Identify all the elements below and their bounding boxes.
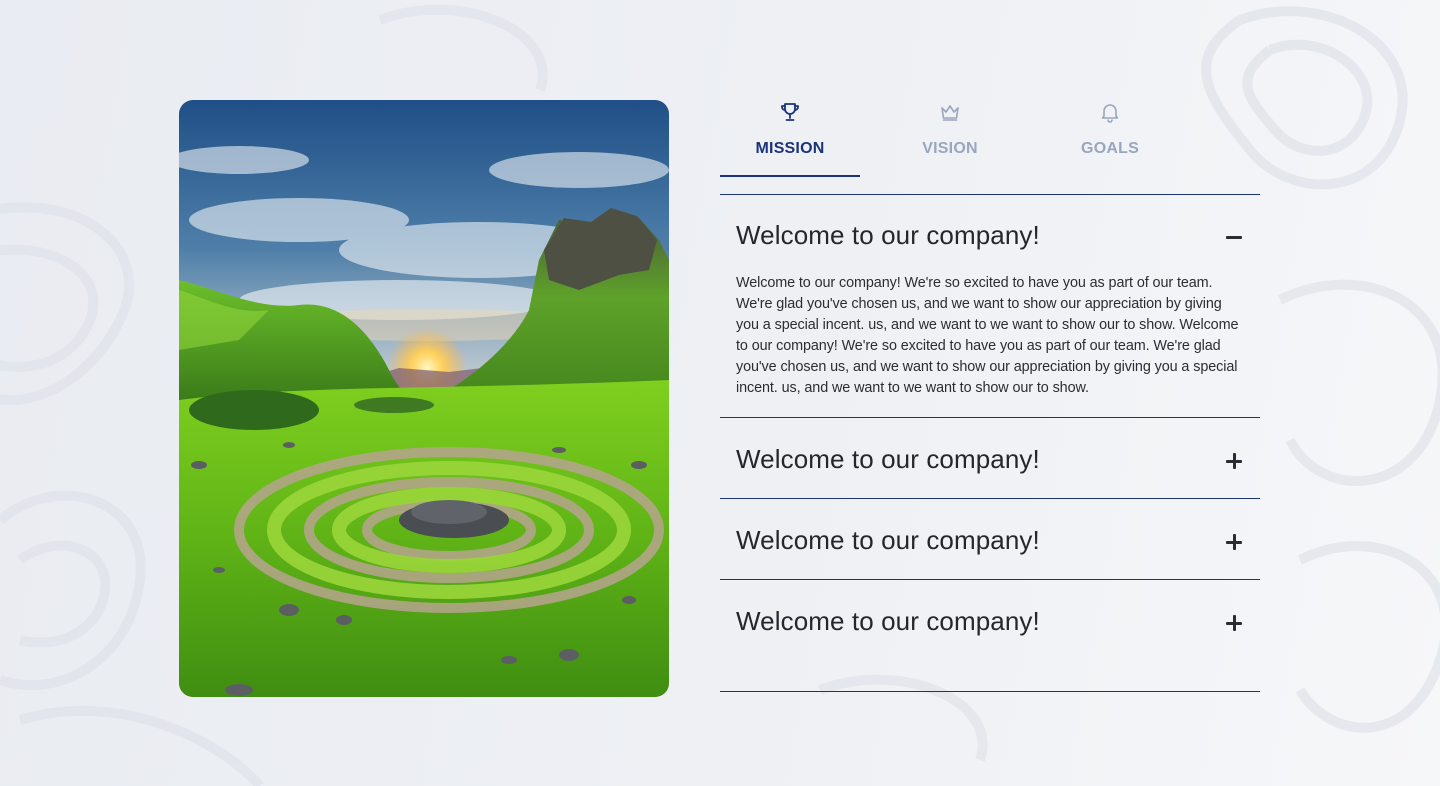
accordion-header-2[interactable]: Welcome to our company! [720,418,1260,475]
accordion-item-2: Welcome to our company! [720,418,1260,499]
tab-goals[interactable]: GOALS [1040,96,1180,177]
accordion-title: Welcome to our company! [736,220,1040,250]
minus-icon[interactable] [1224,227,1244,247]
accordion-item-3: Welcome to our company! [720,499,1260,580]
tab-bar: MISSION VISION GOALS [720,96,1260,177]
plus-icon[interactable] [1224,532,1244,552]
accordion-title: Welcome to our company! [736,525,1040,555]
accordion-item-1: Welcome to our company! Welcome to our c… [720,195,1260,418]
accordion-title: Welcome to our company! [736,444,1040,474]
plus-icon[interactable] [1224,451,1244,471]
bell-icon [1098,100,1122,124]
plus-icon[interactable] [1224,613,1244,633]
tab-mission[interactable]: MISSION [720,96,860,177]
tab-vision-label: VISION [922,140,978,157]
tab-goals-label: GOALS [1081,140,1139,157]
accordion-header-1[interactable]: Welcome to our company! [720,195,1260,251]
hero-image [179,100,669,697]
accordion-item-4: Welcome to our company! [720,580,1260,692]
tab-mission-label: MISSION [755,140,825,157]
trophy-icon [778,100,802,124]
accordion-header-3[interactable]: Welcome to our company! [720,499,1260,556]
landscape-image [179,100,669,697]
accordion: Welcome to our company! Welcome to our c… [720,195,1260,692]
accordion-header-4[interactable]: Welcome to our company! [720,580,1260,637]
accordion-title: Welcome to our company! [736,606,1040,636]
content-panel: MISSION VISION GOALS Welcome to our comp… [720,96,1260,692]
tab-vision[interactable]: VISION [880,96,1020,177]
accordion-body: Welcome to our company! We're so excited… [736,275,1239,396]
crown-icon [938,100,962,124]
